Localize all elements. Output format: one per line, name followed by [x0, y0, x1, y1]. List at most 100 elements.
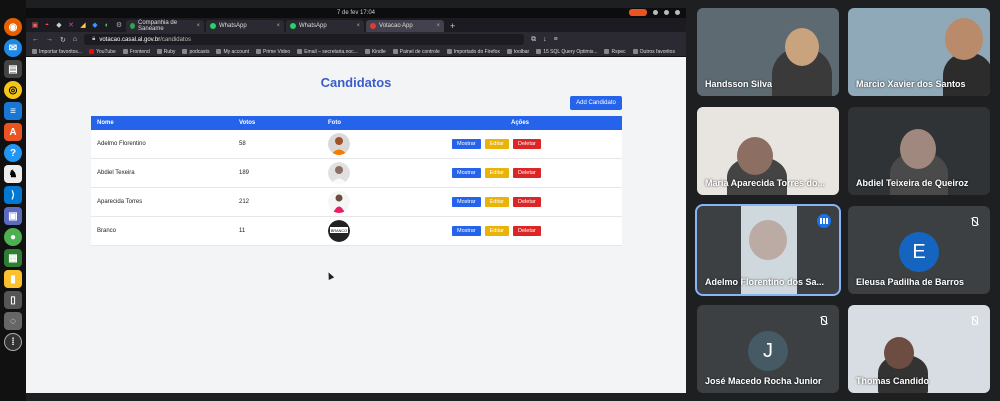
- whatsapp-icon: [210, 23, 216, 29]
- bookmark-item[interactable]: toolbar: [506, 49, 529, 55]
- participant-face: [749, 220, 787, 260]
- power-icon[interactable]: [675, 10, 680, 15]
- add-candidate-button[interactable]: Add Candidato: [570, 96, 622, 110]
- tab-whatsapp-1[interactable]: WhatsApp ×: [206, 20, 284, 32]
- participant-tile[interactable]: Marcio Xavier dos Santos: [848, 8, 990, 96]
- system-top-bar: 7 de fev 17:04: [26, 8, 686, 18]
- edit-button[interactable]: Editar: [484, 139, 510, 149]
- delete-button[interactable]: Deletar: [513, 197, 541, 207]
- tab-votacao[interactable]: Votacao App ×: [366, 20, 444, 32]
- thunderbird-icon[interactable]: ✉: [4, 39, 22, 57]
- close-tab-icon[interactable]: ×: [276, 23, 280, 29]
- screenshot-icon[interactable]: ▣: [4, 207, 22, 225]
- bookmark-item[interactable]: Painel de controle: [392, 49, 440, 55]
- bookmark-item[interactable]: Importado do Firefox: [446, 49, 500, 55]
- show-button[interactable]: Mostrar: [452, 139, 481, 149]
- delete-button[interactable]: Deletar: [513, 168, 541, 178]
- edit-button[interactable]: Editar: [484, 168, 510, 178]
- candidate-votes: 189: [239, 170, 250, 176]
- notes-icon[interactable]: ▮: [4, 270, 22, 288]
- delete-button[interactable]: Deletar: [513, 139, 541, 149]
- page-content: Candidatos Add Candidato Nome Votos Foto…: [26, 57, 686, 393]
- url-host: votacao.casal.al.gov.br: [99, 36, 161, 43]
- participant-tile[interactable]: E Eleusa Padilha de Barros: [848, 206, 990, 294]
- browser-window: 7 de fev 17:04 ▣ ◓ ◆ ✕ ◢ ◆ ◐ ⚙ Companhia…: [26, 8, 686, 393]
- files-icon[interactable]: ▤: [4, 60, 22, 78]
- pinned-tab-icon[interactable]: ▣: [30, 20, 40, 30]
- close-tab-icon[interactable]: ×: [196, 23, 200, 29]
- bookmark-item[interactable]: Frontend: [122, 49, 150, 55]
- address-bar[interactable]: 🔒︎ votacao.casal.al.gov.br/candidatos: [84, 34, 525, 45]
- pinned-tab-icon[interactable]: ◓: [42, 20, 52, 30]
- forward-icon[interactable]: →: [46, 36, 53, 43]
- clock: 7 de fev 17:04: [336, 10, 376, 16]
- participant-tile[interactable]: Abdiel Teixeira de Queiroz: [848, 107, 990, 195]
- disk-icon[interactable]: ◌: [4, 312, 22, 330]
- pinned-tab-icon[interactable]: ✕: [66, 20, 76, 30]
- bookmark-item[interactable]: Prime Video: [256, 49, 290, 55]
- app-center-icon[interactable]: A: [4, 123, 22, 141]
- show-button[interactable]: Mostrar: [452, 226, 481, 236]
- bookmark-item[interactable]: My account: [216, 49, 249, 55]
- new-tab-button[interactable]: +: [450, 21, 455, 31]
- bookmark-item[interactable]: 15 SQL Query Optimis...: [536, 49, 597, 55]
- close-tab-icon[interactable]: ×: [356, 23, 360, 29]
- writer-icon[interactable]: ≡: [4, 102, 22, 120]
- extensions-icon[interactable]: ⧉: [531, 36, 536, 44]
- tab-label: Votacao App: [379, 23, 413, 29]
- bookmark-item[interactable]: YouTube: [89, 49, 116, 55]
- reload-icon[interactable]: ↻: [60, 36, 66, 44]
- volume-icon[interactable]: [664, 10, 669, 15]
- edit-button[interactable]: Editar: [484, 226, 510, 236]
- mouse-cursor-icon: [325, 271, 335, 280]
- menu-icon[interactable]: ≡: [554, 36, 558, 43]
- help-icon[interactable]: ?: [4, 144, 22, 162]
- show-button[interactable]: Mostrar: [452, 197, 481, 207]
- bookmark-item[interactable]: Kindle: [364, 49, 386, 55]
- close-tab-icon[interactable]: ×: [436, 23, 440, 29]
- vscode-icon[interactable]: ⟩: [4, 186, 22, 204]
- mic-muted-icon: [968, 214, 982, 228]
- candidate-photo-image: [328, 133, 350, 155]
- delete-button[interactable]: Deletar: [513, 226, 541, 236]
- chrome-icon[interactable]: ●: [4, 228, 22, 246]
- bookmark-item[interactable]: Rspec: [604, 49, 626, 55]
- pinned-tab-icon[interactable]: ◆: [90, 20, 100, 30]
- bookmark-item[interactable]: Email – secretaria.noc...: [297, 49, 358, 55]
- participant-avatar: E: [899, 232, 939, 272]
- show-button[interactable]: Mostrar: [452, 168, 481, 178]
- home-icon[interactable]: ⌂: [73, 36, 77, 43]
- tab-saneamento[interactable]: Companhia de Saneame ×: [126, 20, 204, 32]
- tab-whatsapp-2[interactable]: WhatsApp ×: [286, 20, 364, 32]
- participant-tile[interactable]: Thomas Candido: [848, 305, 990, 393]
- bookmark-item[interactable]: Outros favoritos: [632, 49, 675, 55]
- participant-tile[interactable]: Maria Aparecida Torres do...: [697, 107, 839, 195]
- participant-tile-active-speaker[interactable]: Adelmo Florentino dos Sa...: [695, 204, 841, 296]
- participant-tile[interactable]: J José Macedo Rocha Junior: [697, 305, 839, 393]
- candidate-photo: [328, 162, 448, 184]
- inkscape-icon[interactable]: ♞: [4, 165, 22, 183]
- candidate-photo-image: BRANCO: [328, 220, 350, 242]
- edit-button[interactable]: Editar: [484, 197, 510, 207]
- apps-grid-icon[interactable]: ⁞: [4, 333, 22, 351]
- participant-name: Marcio Xavier dos Santos: [856, 79, 966, 89]
- bookmark-item[interactable]: Ruby: [156, 49, 175, 55]
- back-icon[interactable]: ←: [32, 36, 39, 43]
- pinned-tab-icon[interactable]: ◐: [102, 20, 112, 30]
- pinned-tab-icon[interactable]: ⚙: [114, 20, 124, 30]
- participant-tile[interactable]: Handsson Silva: [697, 8, 839, 96]
- calc-icon[interactable]: ▦: [4, 249, 22, 267]
- tab-label: WhatsApp: [219, 23, 247, 29]
- downloads-icon[interactable]: ↓: [543, 36, 547, 43]
- trash-icon[interactable]: ▯: [4, 291, 22, 309]
- page-title: Candidatos: [320, 75, 392, 90]
- network-icon[interactable]: [653, 10, 658, 15]
- bookmark-item[interactable]: podcasts: [182, 49, 209, 55]
- bookmark-item[interactable]: Importar favoritos...: [32, 49, 82, 55]
- pinned-tab-icon[interactable]: ◢: [78, 20, 88, 30]
- recording-indicator-icon[interactable]: [629, 9, 647, 16]
- firefox-icon[interactable]: ◉: [4, 18, 22, 36]
- pinned-tab-icon[interactable]: ◆: [54, 20, 64, 30]
- system-tray: [629, 9, 680, 16]
- rhythmbox-icon[interactable]: ◎: [4, 81, 22, 99]
